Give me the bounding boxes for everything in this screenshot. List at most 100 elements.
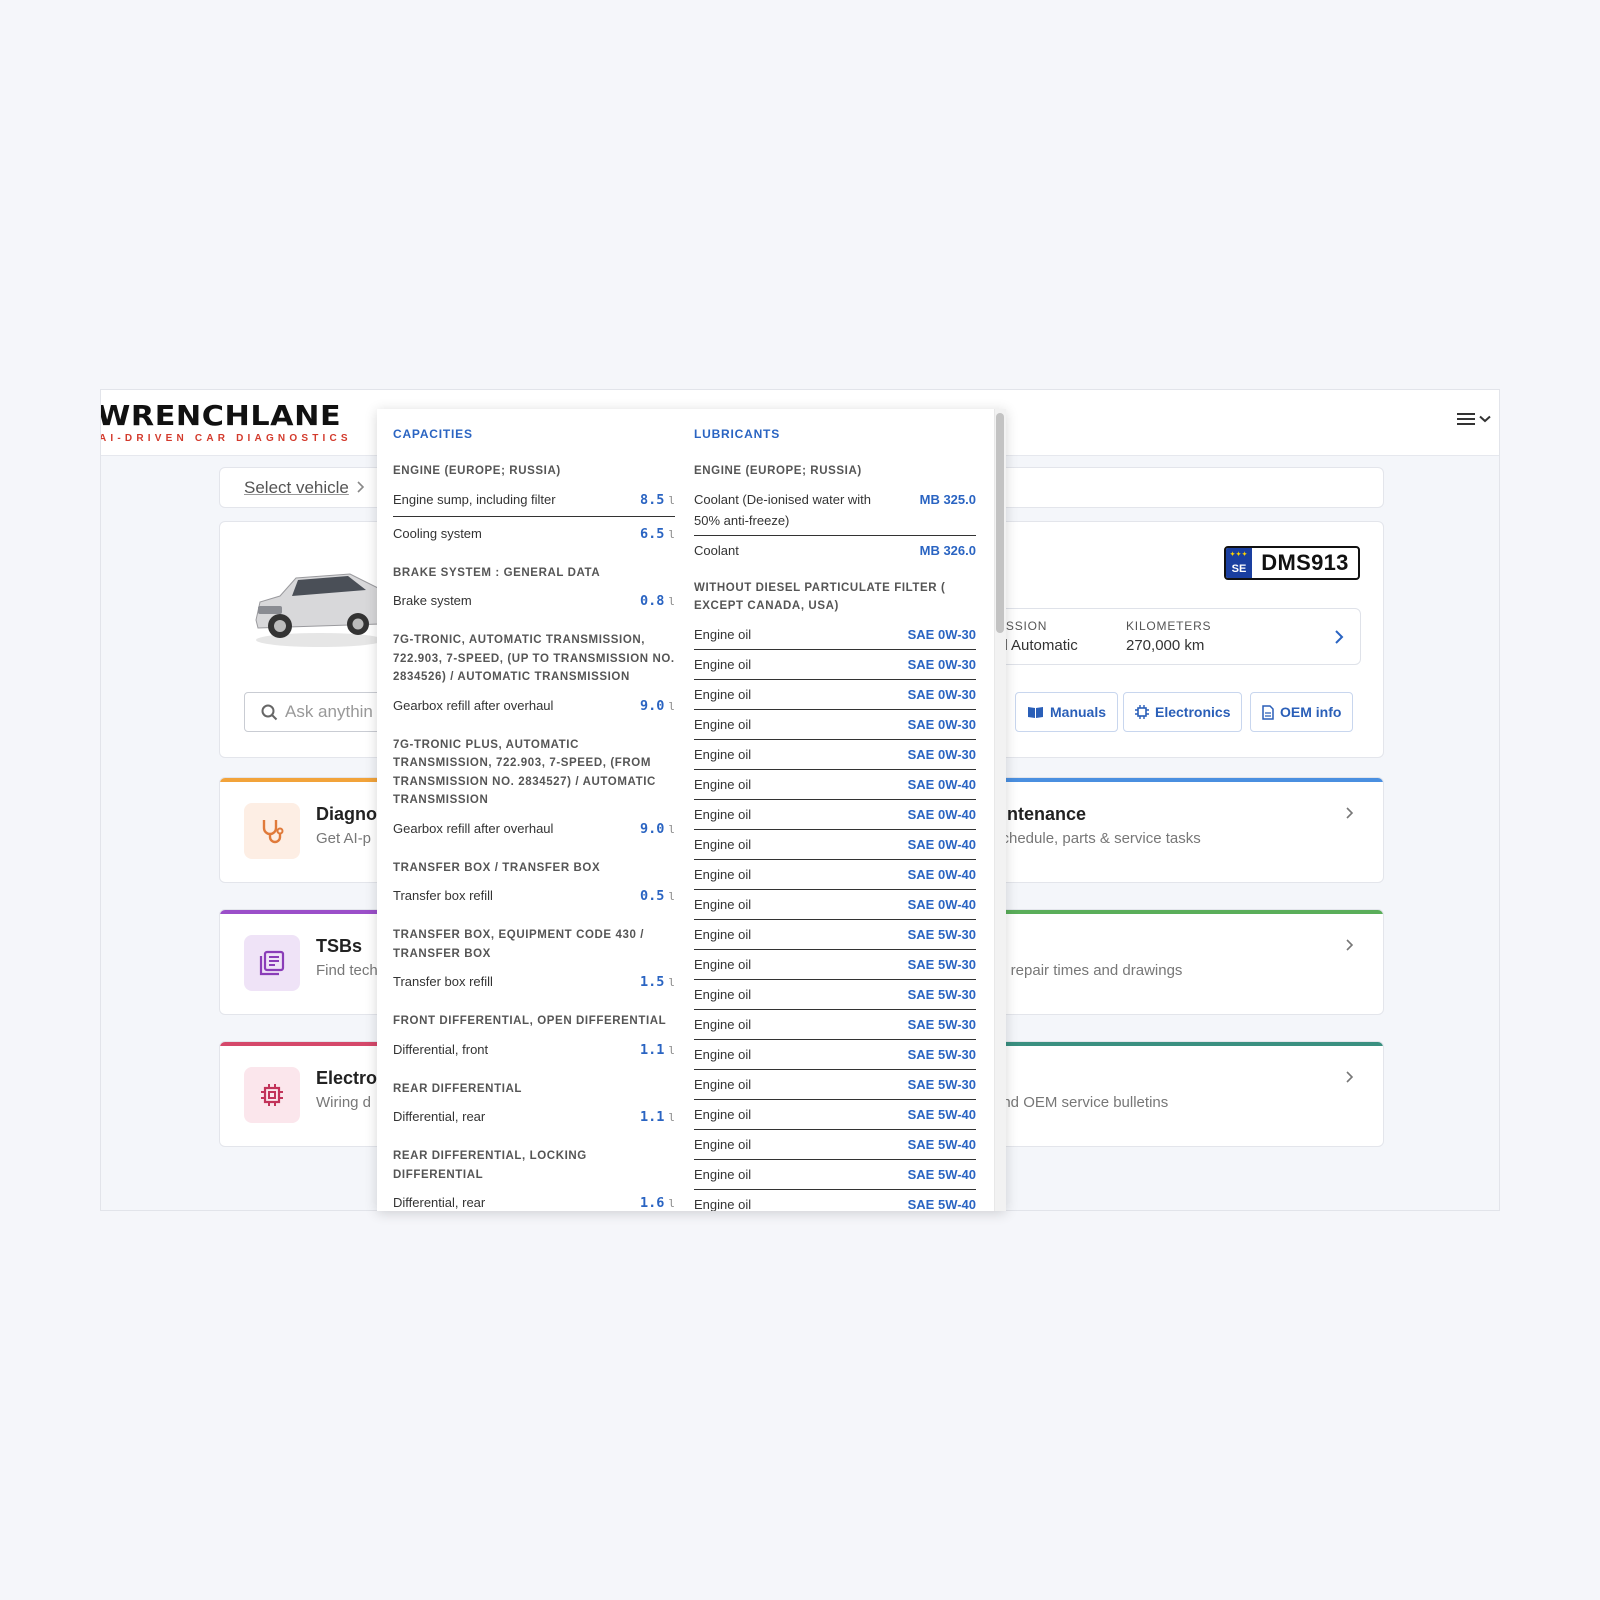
lubricant-spec[interactable]: SAE 5W-40 (908, 1194, 976, 1212)
search-icon (261, 704, 278, 721)
category-accent-bar (1000, 910, 1383, 914)
lubricants-groups: ENGINE (EUROPE; RUSSIA) Coolant (De-ionis… (694, 462, 976, 1211)
capacity-value-cell: 0.5 l (640, 885, 675, 907)
lubricant-spec[interactable]: SAE 0W-40 (908, 864, 976, 885)
capacity-label: Transfer box refill (393, 974, 493, 989)
scrollbar-thumb[interactable] (996, 413, 1004, 633)
group-heading: TRANSFER BOX, EQUIPMENT CODE 430 / TRANS… (393, 929, 645, 960)
lubricant-row: Engine oil SAE 5W-30 (694, 954, 976, 980)
category-title: Diagno (316, 804, 377, 824)
oem-info-label: OEM info (1280, 704, 1342, 720)
lubricant-spec[interactable]: SAE 5W-30 (908, 954, 976, 975)
lubricant-spec[interactable]: SAE 5W-40 (908, 1164, 976, 1185)
lubricant-spec[interactable]: SAE 5W-30 (908, 1014, 976, 1035)
lubricant-spec[interactable]: SAE 5W-30 (908, 924, 976, 945)
lubricant-label: Engine oil (694, 686, 752, 702)
capacity-unit: l (668, 493, 675, 507)
lubricant-spec[interactable]: SAE 5W-40 (908, 1134, 976, 1155)
lubricant-label: Engine oil (694, 1136, 752, 1152)
lubricant-spec[interactable]: SAE 5W-30 (908, 1074, 976, 1095)
electronics-button[interactable]: Electronics (1123, 692, 1243, 732)
lubricant-spec[interactable]: SAE 0W-40 (908, 894, 976, 915)
lubricant-spec[interactable]: SAE 0W-30 (908, 714, 976, 735)
lubricant-spec[interactable]: SAE 0W-30 (908, 654, 976, 675)
oem-info-button[interactable]: OEM info (1250, 692, 1354, 732)
chip-icon (261, 1084, 283, 1106)
capacity-row: Differential, front 1.1 l (393, 1039, 675, 1066)
lubricant-spec[interactable]: SAE 0W-30 (908, 624, 976, 645)
spec-value: 270,000 km (1126, 637, 1205, 654)
brand-logo[interactable]: WRENCHLANE AI-DRIVEN CAR DIAGNOSTICS (100, 400, 352, 445)
capacity-value-cell: 0.8 l (640, 590, 675, 612)
lubricant-label: Engine oil (694, 746, 752, 762)
scrollbar[interactable] (994, 409, 1006, 1211)
capacity-row: Gearbox refill after overhaul 9.0 l (393, 818, 675, 845)
capacity-value: 1.5 (639, 974, 665, 990)
capacity-row: Engine sump, including filter 8.5 l (393, 489, 675, 517)
capacities-groups: ENGINE (EUROPE; RUSSIA) Engine sump, incl… (393, 462, 675, 1211)
lubricant-spec[interactable]: SAE 0W-40 (908, 804, 976, 825)
menu-button[interactable] (1457, 412, 1491, 426)
lubricant-spec[interactable]: SAE 5W-40 (908, 1104, 976, 1125)
lubricant-label: Engine oil (694, 836, 752, 852)
capacity-value: 6.5 (639, 525, 665, 542)
lubricant-row: Coolant MB 326.0 (694, 540, 976, 565)
capacity-value: 0.8 (639, 593, 665, 609)
fluids-popup: CAPACITIES ENGINE (EUROPE; RUSSIA) Engine… (377, 409, 1006, 1211)
lubricant-spec[interactable]: SAE 0W-40 (908, 834, 976, 855)
lubricant-row: Engine oil SAE 0W-40 (694, 804, 976, 830)
chevron-right-icon[interactable] (1345, 938, 1355, 952)
lubricant-label: Engine oil (694, 956, 752, 972)
lubricant-row: Engine oil SAE 0W-30 (694, 714, 976, 740)
lubricant-row: Engine oil SAE 0W-30 (694, 624, 976, 650)
plate-number: DMS913 (1261, 550, 1349, 575)
capacity-value-cell: 6.5 l (640, 523, 675, 545)
group-heading: 7G-TRONIC, AUTOMATIC TRANSMISSION, 722.9… (393, 634, 675, 683)
capacity-unit: l (668, 1111, 675, 1124)
lubricant-row: Coolant (De-ionised water with 50% anti-… (694, 489, 976, 536)
capacity-value: 0.5 (639, 888, 665, 904)
capacity-value: 1.1 (639, 1041, 665, 1058)
lubricant-spec[interactable]: MB 326.0 (920, 540, 976, 561)
lubricants-title: LUBRICANTS (694, 427, 780, 441)
category-icon-box (244, 803, 300, 859)
category-accent-bar (1000, 778, 1383, 782)
lubricant-row: Engine oil SAE 5W-30 (694, 924, 976, 950)
group-heading: REAR DIFFERENTIAL (393, 1082, 523, 1095)
group-heading: TRANSFER BOX / TRANSFER BOX (393, 861, 601, 874)
group-heading: WITHOUT DIESEL PARTICULATE FILTER ( EXCE… (694, 581, 946, 613)
capacity-unit: l (668, 699, 675, 713)
brand-tagline: AI-DRIVEN CAR DIAGNOSTICS (100, 433, 352, 444)
category-accent-bar (1000, 1042, 1383, 1046)
capacity-label: Brake system (393, 593, 472, 608)
category-icon-box (244, 1067, 300, 1123)
lubricant-spec[interactable]: MB 325.0 (920, 489, 976, 510)
vehicle-specs[interactable]: MISSION ed Automatic KILOMETERS 270,000 … (990, 608, 1361, 665)
lubricant-spec[interactable]: SAE 5W-30 (908, 984, 976, 1005)
lubricant-row: Engine oil SAE 0W-40 (694, 894, 976, 920)
group-heading: 7G-TRONIC PLUS, AUTOMATIC TRANSMISSION, … (393, 738, 656, 807)
manuals-label: Manuals (1050, 704, 1107, 720)
lubricant-label: Engine oil (694, 1166, 752, 1182)
capacity-label: Differential, rear (393, 1109, 486, 1124)
lubricant-spec[interactable]: SAE 5W-30 (908, 1044, 976, 1065)
lubricant-spec[interactable]: SAE 0W-30 (908, 684, 976, 705)
lubricant-spec[interactable]: SAE 0W-30 (908, 744, 976, 765)
category-icon-box (244, 935, 300, 991)
capacity-label: Gearbox refill after overhaul (393, 820, 554, 836)
lubricant-row: Engine oil SAE 0W-40 (694, 774, 976, 800)
group-heading: ENGINE (EUROPE; RUSSIA) (393, 465, 561, 477)
chevron-right-icon (357, 481, 365, 493)
manuals-button[interactable]: Manuals (1015, 692, 1119, 732)
lubricant-row: Engine oil SAE 5W-40 (694, 1164, 976, 1190)
capacity-value: 9.0 (639, 697, 665, 714)
lubricant-spec[interactable]: SAE 0W-40 (908, 774, 976, 795)
category-subtitle-right: and OEM service bulletins (994, 1094, 1169, 1111)
chevron-right-icon[interactable] (1334, 629, 1344, 645)
capacity-value-cell: 9.0 l (640, 818, 675, 840)
chip-icon (1135, 705, 1149, 719)
breadcrumb-select-vehicle[interactable]: Select vehicle (244, 478, 349, 498)
chevron-right-icon[interactable] (1345, 806, 1355, 820)
chevron-right-icon[interactable] (1345, 1070, 1355, 1084)
capacity-row: Gearbox refill after overhaul 9.0 l (393, 695, 675, 722)
